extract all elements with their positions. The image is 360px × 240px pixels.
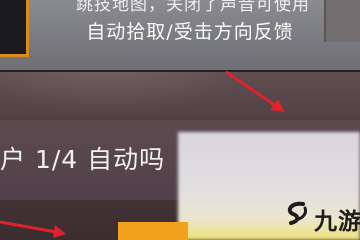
swirl-logo-icon	[287, 201, 307, 225]
watermark-text: 九游	[314, 209, 360, 235]
